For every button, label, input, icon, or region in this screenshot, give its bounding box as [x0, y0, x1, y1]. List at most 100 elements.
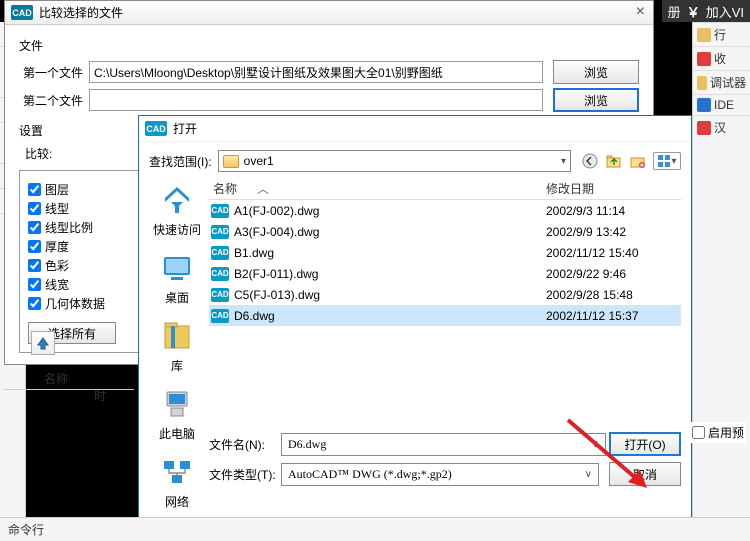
file-row[interactable]: CADB2(FJ-011).dwg2002/9/22 9:46 [209, 263, 681, 284]
remote-item-label: 调试器 [710, 74, 746, 91]
compare-title-text: 比较选择的文件 [39, 4, 123, 21]
folder-name: over1 [244, 154, 274, 168]
dwg-file-icon: CAD [211, 288, 229, 302]
open-title-text: 打开 [173, 120, 197, 137]
file-row[interactable]: CADA3(FJ-004).dwg2002/9/9 13:42 [209, 221, 681, 242]
places-bar: 快速访问桌面库此电脑网络 [149, 178, 205, 516]
checkbox-label: 图层 [45, 181, 69, 198]
second-file-label: 第二个文件 [19, 92, 89, 109]
checkbox-input[interactable] [28, 278, 41, 291]
col-header-date[interactable]: 修改日期 [546, 180, 681, 197]
sort-asc-icon: ︿ [257, 180, 269, 197]
filetype-value: AutoCAD™ DWG (*.dwg;*.gp2) [288, 467, 452, 482]
open-dialog: CAD 打开 查找范围(I): over1 ▾ ▾ 快速访问桌面库此电脑网络 名… [138, 115, 692, 540]
file-row[interactable]: CADC5(FJ-013).dwg2002/9/28 15:48 [209, 284, 681, 305]
remote-item-icon [697, 76, 707, 90]
remote-item-label: 行 [714, 26, 726, 43]
browse-first-button[interactable]: 浏览 [553, 60, 639, 84]
folder-combobox[interactable]: over1 ▾ [218, 150, 571, 172]
place-item[interactable]: 库 [149, 314, 205, 380]
remote-item[interactable]: 调试器 [693, 70, 750, 94]
file-section-label: 文件 [19, 37, 639, 54]
checkbox-input[interactable] [28, 297, 41, 310]
file-name: B1.dwg [234, 246, 546, 260]
checkbox-input[interactable] [28, 240, 41, 253]
up-folder-icon[interactable] [605, 152, 623, 170]
place-item[interactable]: 桌面 [149, 246, 205, 312]
place-item[interactable]: 此电脑 [149, 382, 205, 448]
filename-input[interactable] [281, 433, 606, 456]
new-folder-icon[interactable] [629, 152, 647, 170]
remote-item-icon [697, 121, 711, 135]
checkbox-label: 色彩 [45, 257, 69, 274]
checkbox-input[interactable] [28, 259, 41, 272]
first-file-input[interactable] [89, 61, 543, 83]
file-date: 2002/9/3 11:14 [546, 204, 681, 218]
compare-checkbox[interactable]: 图层 [28, 181, 130, 198]
place-label: 库 [171, 357, 183, 374]
filename-label: 文件名(N): [209, 436, 281, 453]
file-date: 2002/9/9 13:42 [546, 225, 681, 239]
dwg-file-icon: CAD [211, 309, 229, 323]
place-item[interactable]: 网络 [149, 450, 205, 516]
file-row[interactable]: CADD6.dwg2002/11/12 15:37 [209, 305, 681, 326]
look-in-label: 查找范围(I): [149, 153, 212, 170]
remote-item[interactable]: 行 [693, 22, 750, 46]
lower-column-name[interactable]: 名称时 [4, 368, 134, 390]
cancel-button[interactable]: 取消 [609, 462, 681, 486]
preview-checkbox-input[interactable] [692, 426, 705, 439]
filetype-label: 文件类型(T): [209, 466, 281, 483]
checkbox-input[interactable] [28, 183, 41, 196]
dwg-file-icon: CAD [211, 246, 229, 260]
compare-checkbox[interactable]: 厚度 [28, 238, 130, 255]
remote-item-label: 汉 [714, 119, 726, 136]
enable-preview-checkbox[interactable]: 启用预 [690, 422, 746, 443]
place-label: 此电脑 [159, 425, 195, 442]
filetype-combobox[interactable]: AutoCAD™ DWG (*.dwg;*.gp2) ∨ [281, 463, 599, 486]
titlebar-text: 册 [668, 2, 681, 21]
place-icon [161, 456, 193, 491]
compare-checkbox[interactable]: 线宽 [28, 276, 130, 293]
compare-checkbox[interactable]: 线型 [28, 200, 130, 217]
file-date: 2002/9/22 9:46 [546, 267, 681, 281]
chevron-down-icon: ∨ [585, 469, 592, 480]
host-titlebar-fragment: 册 ￥ 加入VI [662, 0, 750, 22]
folder-icon [223, 155, 239, 168]
checkbox-input[interactable] [28, 202, 41, 215]
remote-item-label: 收 [714, 50, 726, 67]
chevron-down-icon[interactable]: ∨ [592, 439, 599, 450]
browse-second-button[interactable]: 浏览 [553, 88, 639, 112]
remote-item[interactable]: 收 [693, 46, 750, 70]
compare-checkbox[interactable]: 色彩 [28, 257, 130, 274]
col-header-name[interactable]: 名称︿ [209, 180, 546, 197]
remote-item-icon [697, 52, 711, 66]
place-label: 网络 [165, 493, 189, 510]
right-sidebar: 行收调试器 IDE 汉 [692, 22, 750, 541]
checkbox-label: 线型 [45, 200, 69, 217]
file-date: 2002/9/28 15:48 [546, 288, 681, 302]
close-icon[interactable]: × [632, 3, 649, 21]
file-name: A3(FJ-004).dwg [234, 225, 546, 239]
remote-item[interactable]: IDE [693, 94, 750, 115]
up-arrow-button[interactable] [31, 331, 55, 355]
place-item[interactable]: 快速访问 [149, 178, 205, 244]
checkbox-input[interactable] [28, 221, 41, 234]
command-line-label: 命令行 [0, 517, 750, 541]
file-list[interactable]: 名称︿ 修改日期 CADA1(FJ-002).dwg2002/9/3 11:14… [209, 178, 681, 326]
file-list-header[interactable]: 名称︿ 修改日期 [209, 178, 681, 200]
open-button[interactable]: 打开(O) [609, 432, 681, 456]
preview-checkbox-label: 启用预 [708, 424, 744, 441]
file-name: D6.dwg [234, 309, 546, 323]
open-titlebar: CAD 打开 [139, 116, 691, 142]
compare-checkbox[interactable]: 几何体数据 [28, 295, 130, 312]
compare-checkbox[interactable]: 线型比例 [28, 219, 130, 236]
checkbox-label: 几何体数据 [45, 295, 105, 312]
remote-item[interactable]: 汉 [693, 115, 750, 139]
second-file-input[interactable] [89, 89, 543, 111]
back-icon[interactable] [581, 152, 599, 170]
file-row[interactable]: CADA1(FJ-002).dwg2002/9/3 11:14 [209, 200, 681, 221]
checkbox-label: 线型比例 [45, 219, 93, 236]
file-row[interactable]: CADB1.dwg2002/11/12 15:40 [209, 242, 681, 263]
view-menu-icon[interactable]: ▾ [653, 152, 681, 170]
cad-icon: CAD [145, 121, 167, 136]
